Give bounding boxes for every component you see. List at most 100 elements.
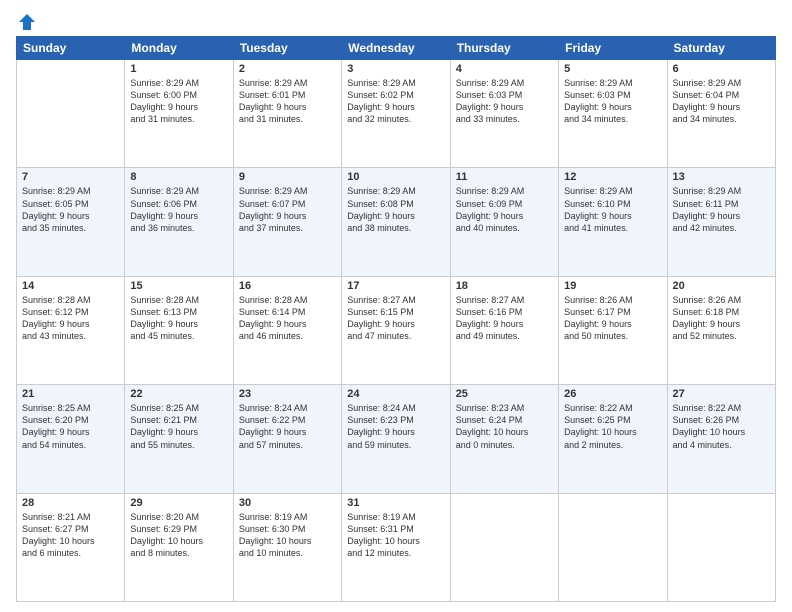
calendar-row: 7 Sunrise: 8:29 AMSunset: 6:05 PMDaylight… (17, 168, 776, 276)
calendar-cell: 15 Sunrise: 8:28 AMSunset: 6:13 PMDayligh… (125, 276, 233, 384)
day-number: 4 (456, 63, 553, 75)
calendar-cell (17, 60, 125, 168)
logo (16, 12, 37, 30)
day-number: 25 (456, 388, 553, 400)
calendar-row: 1 Sunrise: 8:29 AMSunset: 6:00 PMDaylight… (17, 60, 776, 168)
calendar-cell: 4 Sunrise: 8:29 AMSunset: 6:03 PMDaylight… (450, 60, 558, 168)
calendar-cell: 13 Sunrise: 8:29 AMSunset: 6:11 PMDayligh… (667, 168, 775, 276)
cell-details: Sunrise: 8:22 AMSunset: 6:26 PMDaylight:… (673, 402, 770, 451)
cell-details: Sunrise: 8:29 AMSunset: 6:00 PMDaylight:… (130, 77, 227, 126)
cell-details: Sunrise: 8:27 AMSunset: 6:16 PMDaylight:… (456, 294, 553, 343)
day-number: 5 (564, 63, 661, 75)
cell-details: Sunrise: 8:29 AMSunset: 6:10 PMDaylight:… (564, 185, 661, 234)
day-number: 10 (347, 171, 444, 183)
day-number: 28 (22, 497, 119, 509)
day-number: 8 (130, 171, 227, 183)
calendar-cell: 21 Sunrise: 8:25 AMSunset: 6:20 PMDayligh… (17, 385, 125, 493)
day-number: 16 (239, 280, 336, 292)
day-number: 30 (239, 497, 336, 509)
cell-details: Sunrise: 8:27 AMSunset: 6:15 PMDaylight:… (347, 294, 444, 343)
calendar-cell (559, 493, 667, 601)
cell-details: Sunrise: 8:25 AMSunset: 6:21 PMDaylight:… (130, 402, 227, 451)
day-number: 15 (130, 280, 227, 292)
calendar-cell: 27 Sunrise: 8:22 AMSunset: 6:26 PMDayligh… (667, 385, 775, 493)
calendar-cell: 8 Sunrise: 8:29 AMSunset: 6:06 PMDaylight… (125, 168, 233, 276)
header-day: Monday (125, 37, 233, 60)
cell-details: Sunrise: 8:29 AMSunset: 6:03 PMDaylight:… (564, 77, 661, 126)
calendar-cell: 29 Sunrise: 8:20 AMSunset: 6:29 PMDayligh… (125, 493, 233, 601)
header-row: SundayMondayTuesdayWednesdayThursdayFrid… (17, 37, 776, 60)
cell-details: Sunrise: 8:28 AMSunset: 6:14 PMDaylight:… (239, 294, 336, 343)
calendar-cell: 6Sunrise: 8:29 AMSunset: 6:04 PMDaylight… (667, 60, 775, 168)
cell-details: Sunrise: 8:29 AMSunset: 6:05 PMDaylight:… (22, 185, 119, 234)
cell-details: Sunrise: 8:25 AMSunset: 6:20 PMDaylight:… (22, 402, 119, 451)
day-number: 19 (564, 280, 661, 292)
day-number: 29 (130, 497, 227, 509)
day-number: 24 (347, 388, 444, 400)
day-number: 20 (673, 280, 770, 292)
cell-details: Sunrise: 8:29 AMSunset: 6:03 PMDaylight:… (456, 77, 553, 126)
cell-details: Sunrise: 8:21 AMSunset: 6:27 PMDaylight:… (22, 511, 119, 560)
header-day: Wednesday (342, 37, 450, 60)
cell-details: Sunrise: 8:29 AMSunset: 6:06 PMDaylight:… (130, 185, 227, 234)
cell-details: Sunrise: 8:29 AMSunset: 6:01 PMDaylight:… (239, 77, 336, 126)
day-number: 27 (673, 388, 770, 400)
calendar-cell: 17Sunrise: 8:27 AMSunset: 6:15 PMDayligh… (342, 276, 450, 384)
calendar-row: 14 Sunrise: 8:28 AMSunset: 6:12 PMDayligh… (17, 276, 776, 384)
calendar-cell (450, 493, 558, 601)
calendar-cell: 18 Sunrise: 8:27 AMSunset: 6:16 PMDayligh… (450, 276, 558, 384)
calendar-cell: 14 Sunrise: 8:28 AMSunset: 6:12 PMDayligh… (17, 276, 125, 384)
day-number: 21 (22, 388, 119, 400)
cell-details: Sunrise: 8:26 AMSunset: 6:17 PMDaylight:… (564, 294, 661, 343)
cell-details: Sunrise: 8:22 AMSunset: 6:25 PMDaylight:… (564, 402, 661, 451)
day-number: 7 (22, 171, 119, 183)
calendar-cell (667, 493, 775, 601)
day-number: 26 (564, 388, 661, 400)
day-number: 31 (347, 497, 444, 509)
day-number: 13 (673, 171, 770, 183)
header-day: Tuesday (233, 37, 341, 60)
calendar-cell: 2Sunrise: 8:29 AMSunset: 6:01 PMDaylight… (233, 60, 341, 168)
cell-details: Sunrise: 8:29 AMSunset: 6:09 PMDaylight:… (456, 185, 553, 234)
cell-details: Sunrise: 8:20 AMSunset: 6:29 PMDaylight:… (130, 511, 227, 560)
calendar-cell: 3Sunrise: 8:29 AMSunset: 6:02 PMDaylight… (342, 60, 450, 168)
calendar-cell: 22Sunrise: 8:25 AMSunset: 6:21 PMDayligh… (125, 385, 233, 493)
cell-details: Sunrise: 8:29 AMSunset: 6:07 PMDaylight:… (239, 185, 336, 234)
calendar-cell: 16 Sunrise: 8:28 AMSunset: 6:14 PMDayligh… (233, 276, 341, 384)
day-number: 14 (22, 280, 119, 292)
cell-details: Sunrise: 8:28 AMSunset: 6:13 PMDaylight:… (130, 294, 227, 343)
cell-details: Sunrise: 8:19 AMSunset: 6:30 PMDaylight:… (239, 511, 336, 560)
cell-details: Sunrise: 8:23 AMSunset: 6:24 PMDaylight:… (456, 402, 553, 451)
logo-icon (17, 12, 37, 32)
day-number: 1 (130, 63, 227, 75)
cell-details: Sunrise: 8:29 AMSunset: 6:11 PMDaylight:… (673, 185, 770, 234)
cell-details: Sunrise: 8:29 AMSunset: 6:04 PMDaylight:… (673, 77, 770, 126)
cell-details: Sunrise: 8:26 AMSunset: 6:18 PMDaylight:… (673, 294, 770, 343)
day-number: 18 (456, 280, 553, 292)
calendar-cell: 31Sunrise: 8:19 AMSunset: 6:31 PMDayligh… (342, 493, 450, 601)
cell-details: Sunrise: 8:24 AMSunset: 6:22 PMDaylight:… (239, 402, 336, 451)
calendar-cell: 9Sunrise: 8:29 AMSunset: 6:07 PMDaylight… (233, 168, 341, 276)
calendar-cell: 26 Sunrise: 8:22 AMSunset: 6:25 PMDayligh… (559, 385, 667, 493)
cell-details: Sunrise: 8:28 AMSunset: 6:12 PMDaylight:… (22, 294, 119, 343)
header-day: Friday (559, 37, 667, 60)
day-number: 12 (564, 171, 661, 183)
day-number: 11 (456, 171, 553, 183)
page: SundayMondayTuesdayWednesdayThursdayFrid… (0, 0, 792, 612)
calendar-cell: 7 Sunrise: 8:29 AMSunset: 6:05 PMDaylight… (17, 168, 125, 276)
cell-details: Sunrise: 8:24 AMSunset: 6:23 PMDaylight:… (347, 402, 444, 451)
calendar-cell: 23Sunrise: 8:24 AMSunset: 6:22 PMDayligh… (233, 385, 341, 493)
header-day: Sunday (17, 37, 125, 60)
calendar-table: SundayMondayTuesdayWednesdayThursdayFrid… (16, 36, 776, 602)
calendar-cell: 28 Sunrise: 8:21 AMSunset: 6:27 PMDayligh… (17, 493, 125, 601)
header-day: Saturday (667, 37, 775, 60)
calendar-cell: 20 Sunrise: 8:26 AMSunset: 6:18 PMDayligh… (667, 276, 775, 384)
calendar-cell: 11 Sunrise: 8:29 AMSunset: 6:09 PMDayligh… (450, 168, 558, 276)
calendar-cell: 10Sunrise: 8:29 AMSunset: 6:08 PMDayligh… (342, 168, 450, 276)
header (16, 12, 776, 30)
calendar-row: 28 Sunrise: 8:21 AMSunset: 6:27 PMDayligh… (17, 493, 776, 601)
day-number: 3 (347, 63, 444, 75)
calendar-cell: 24 Sunrise: 8:24 AMSunset: 6:23 PMDayligh… (342, 385, 450, 493)
calendar-cell: 30 Sunrise: 8:19 AMSunset: 6:30 PMDayligh… (233, 493, 341, 601)
header-day: Thursday (450, 37, 558, 60)
